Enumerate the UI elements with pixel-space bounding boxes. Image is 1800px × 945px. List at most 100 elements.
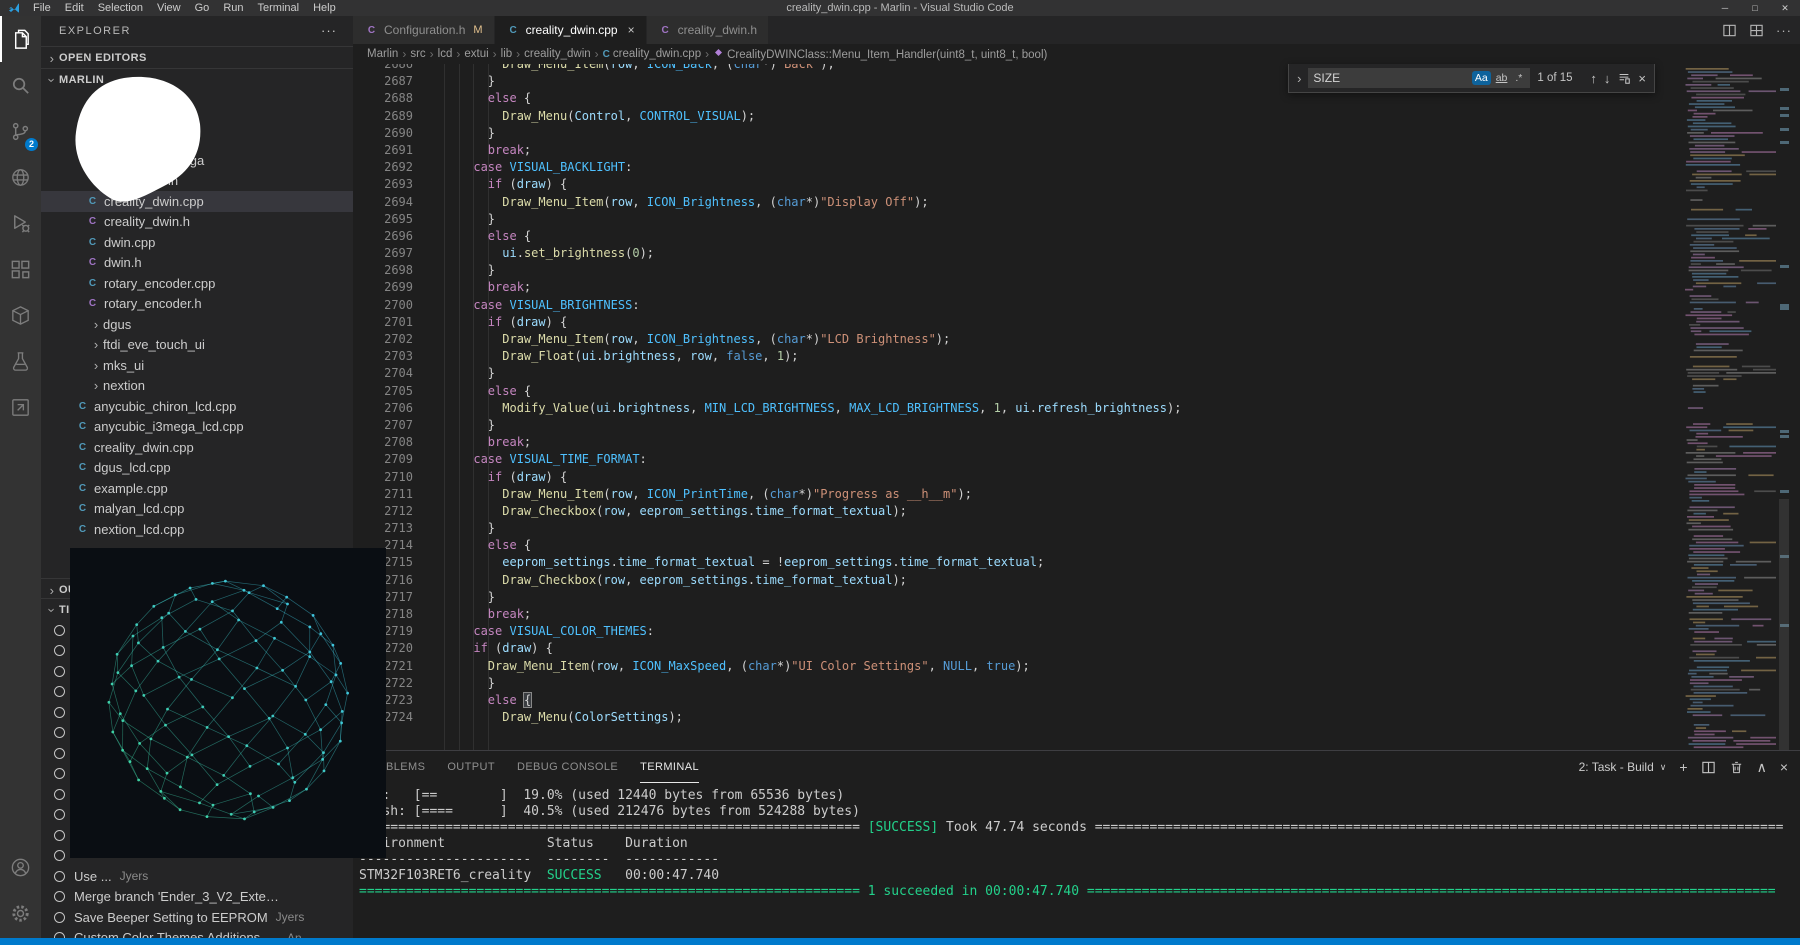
code-line[interactable]: 2708 break; <box>353 434 1800 451</box>
live-share-icon[interactable] <box>0 154 41 200</box>
maximize-panel-icon[interactable]: ∧ <box>1757 759 1767 776</box>
menu-terminal[interactable]: Terminal <box>251 0 307 16</box>
code-line[interactable]: 2723 else { <box>353 692 1800 709</box>
tree-item[interactable]: ›anycubic_i3mega <box>41 150 353 171</box>
tree-item[interactable]: ›dgus <box>41 314 353 335</box>
code-line[interactable]: 2712 Draw_Checkbox(row, eeprom_settings.… <box>353 503 1800 520</box>
toggle-replace-icon[interactable]: › <box>1297 71 1301 86</box>
timeline-item[interactable]: Use ...Jyers <box>41 866 353 887</box>
breadcrumb-file[interactable]: Ccreality_dwin.cpp <box>603 48 701 60</box>
breadcrumb-item[interactable]: lib <box>501 48 513 60</box>
close-button[interactable]: ✕ <box>1770 0 1800 16</box>
code-line[interactable]: 2724 Draw_Menu(ColorSettings); <box>353 709 1800 726</box>
timeline-item[interactable]: Merge branch 'Ender_3_V2_Extensible_UI' … <box>41 887 353 908</box>
status-bar[interactable] <box>0 938 1800 945</box>
code-line[interactable]: 2689 Draw_Menu(Control, CONTROL_VISUAL); <box>353 108 1800 125</box>
find-in-selection-icon[interactable] <box>1617 71 1631 85</box>
terminal-picker[interactable]: 2: Task - Build ∨ <box>1579 760 1667 774</box>
code-line[interactable]: 2716 Draw_Checkbox(row, eeprom_settings.… <box>353 572 1800 589</box>
tree-item[interactable]: Cdwin.cpp <box>41 232 353 253</box>
code-line[interactable]: 2714 else { <box>353 537 1800 554</box>
panel-tab-terminal[interactable]: TERMINAL <box>640 751 699 783</box>
tree-item[interactable]: Canycubic_i3mega_lcd.cpp <box>41 417 353 438</box>
tree-item[interactable]: Ccreality_dwin.cpp <box>41 191 353 212</box>
code-line[interactable]: 2694 Draw_Menu_Item(row, ICON_Brightness… <box>353 194 1800 211</box>
terminal-output[interactable]: RAM: [== ] 19.0% (used 12440 bytes from … <box>359 788 1800 938</box>
split-editor-icon[interactable] <box>1722 23 1737 38</box>
minimap[interactable] <box>1682 64 1776 751</box>
code-line[interactable]: 2717 } <box>353 589 1800 606</box>
code-line[interactable]: 2719 case VISUAL_COLOR_THEMES: <box>353 623 1800 640</box>
code-line[interactable]: 2695 } <box>353 211 1800 228</box>
close-find-icon[interactable]: × <box>1638 71 1646 86</box>
previous-match-icon[interactable]: ↑ <box>1590 71 1597 86</box>
tree-item[interactable]: ›mks_ui <box>41 355 353 376</box>
code-line[interactable]: 2698 } <box>353 262 1800 279</box>
split-terminal-icon[interactable] <box>1701 760 1716 775</box>
run-debug-icon[interactable] <box>0 200 41 246</box>
tree-item[interactable]: ›nextion <box>41 376 353 397</box>
tab-creality_dwin.cpp[interactable]: Ccreality_dwin.cpp× <box>495 16 647 44</box>
new-terminal-icon[interactable]: + <box>1679 759 1687 775</box>
sidebar-more-button[interactable]: ··· <box>321 16 337 46</box>
settings-icon[interactable] <box>0 890 41 936</box>
code-line[interactable]: 2700 case VISUAL_BRIGHTNESS: <box>353 297 1800 314</box>
breadcrumb-item[interactable]: extui <box>464 48 488 60</box>
code-line[interactable]: 2692 case VISUAL_BACKLIGHT: <box>353 159 1800 176</box>
code-line[interactable]: 2709 case VISUAL_TIME_FORMAT: <box>353 451 1800 468</box>
more-actions-icon[interactable]: ··· <box>1776 23 1792 38</box>
extensions-icon[interactable] <box>0 246 41 292</box>
tab-creality_dwin.h[interactable]: Ccreality_dwin.h <box>647 16 769 44</box>
test-icon[interactable] <box>0 338 41 384</box>
menu-run[interactable]: Run <box>216 0 250 16</box>
code-line[interactable]: 2706 Modify_Value(ui.brightness, MIN_LCD… <box>353 400 1800 417</box>
code-line[interactable]: 2705 else { <box>353 383 1800 400</box>
project-section[interactable]: › MARLIN <box>41 68 353 91</box>
panel-tab-debug-console[interactable]: DEBUG CONSOLE <box>517 751 618 783</box>
tree-item[interactable]: Cexample.cpp <box>41 478 353 499</box>
regex-toggle[interactable]: .* <box>1512 71 1525 85</box>
code-line[interactable]: 2703 Draw_Float(ui.brightness, row, fals… <box>353 348 1800 365</box>
menu-help[interactable]: Help <box>306 0 343 16</box>
code-line[interactable]: 2718 break; <box>353 606 1800 623</box>
menu-view[interactable]: View <box>150 0 188 16</box>
code-line[interactable]: 2690 } <box>353 125 1800 142</box>
tree-item[interactable]: Canycubic_chiron_lcd.cpp <box>41 396 353 417</box>
code-line[interactable]: 2701 if (draw) { <box>353 314 1800 331</box>
tree-item[interactable]: Cdwin.h <box>41 253 353 274</box>
close-panel-icon[interactable]: × <box>1780 759 1788 775</box>
editor-layout-icon[interactable] <box>1749 23 1764 38</box>
source-control-icon[interactable]: 2 <box>0 108 41 154</box>
panel-tab-output[interactable]: OUTPUT <box>447 751 495 783</box>
code-line[interactable]: 2713 } <box>353 520 1800 537</box>
breadcrumb-symbol[interactable]: CrealityDWINClass::Menu_Item_Handler(uin… <box>713 47 1047 61</box>
tree-item[interactable]: ›creality_dwin <box>41 171 353 192</box>
match-case-toggle[interactable]: Aa <box>1472 71 1491 85</box>
code-line[interactable]: 2715 eeprom_settings.time_format_textual… <box>353 554 1800 571</box>
remote-icon[interactable] <box>0 384 41 430</box>
tree-item[interactable]: ›ftdi_eve_touch_ui <box>41 335 353 356</box>
tree-item[interactable]: Crotary_encoder.cpp <box>41 273 353 294</box>
overview-ruler[interactable] <box>1776 64 1800 751</box>
code-line[interactable]: 2696 else { <box>353 228 1800 245</box>
code-line[interactable]: 2704 } <box>353 365 1800 382</box>
code-line[interactable]: 2699 break; <box>353 279 1800 296</box>
code-line[interactable]: 2720 if (draw) { <box>353 640 1800 657</box>
menu-edit[interactable]: Edit <box>58 0 91 16</box>
close-tab-icon[interactable]: × <box>628 23 635 37</box>
tree-item[interactable]: Cmalyan_lcd.cpp <box>41 499 353 520</box>
tree-item[interactable]: Cdgus_lcd.cpp <box>41 458 353 479</box>
breadcrumb-item[interactable]: lcd <box>438 48 453 60</box>
timeline-item[interactable]: Custom Color Themes Additions (#528) ...… <box>41 928 353 939</box>
breadcrumb-item[interactable]: Marlin <box>367 48 398 60</box>
search-icon[interactable] <box>0 62 41 108</box>
open-editors-section[interactable]: › OPEN EDITORS <box>41 46 353 69</box>
find-widget[interactable]: › SIZE Aa ab .* 1 of 15 ↑ ↓ × <box>1288 64 1655 93</box>
maximize-button[interactable]: □ <box>1740 0 1770 16</box>
kill-terminal-icon[interactable] <box>1729 760 1744 775</box>
code-line[interactable]: 2697 ui.set_brightness(0); <box>353 245 1800 262</box>
search-input[interactable]: SIZE Aa ab .* <box>1308 68 1530 88</box>
code-line[interactable]: 2693 if (draw) { <box>353 176 1800 193</box>
tree-item[interactable]: Crotary_encoder.h <box>41 294 353 315</box>
menu-selection[interactable]: Selection <box>91 0 150 16</box>
